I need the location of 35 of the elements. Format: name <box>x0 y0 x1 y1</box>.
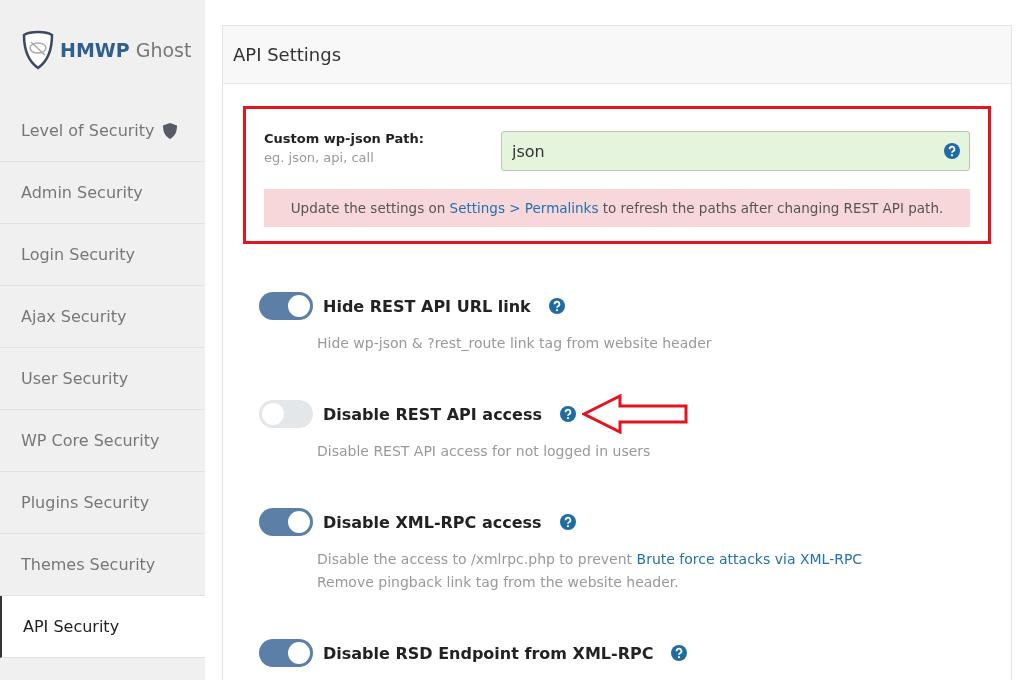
sidebar-item[interactable]: User Security <box>0 348 205 410</box>
option-description: Disable the access to /xmlrpc.php to prevent Brute force attacks via XML-RPC <box>317 550 863 569</box>
help-icon[interactable] <box>944 143 960 159</box>
logo-brand: HMWP <box>60 39 130 61</box>
option-description: Disable REST API access for not logged in users <box>317 442 651 461</box>
help-icon[interactable] <box>560 406 576 422</box>
panel-title: API Settings <box>223 26 1011 84</box>
toggle-switch[interactable] <box>259 508 313 536</box>
field-hint: eg. json, api, call <box>264 150 375 165</box>
help-icon[interactable] <box>559 514 576 530</box>
text-link[interactable]: Settings > Permalinks <box>449 200 599 216</box>
option-label: Disable REST API access <box>323 404 542 424</box>
option-description: Hide wp-json & ?rest_route link tag from website header <box>317 334 712 353</box>
sidebar-item[interactable]: Ajax Security <box>0 286 205 348</box>
sidebar-item[interactable]: WP Core Security <box>0 410 205 472</box>
notice-message: Update the settings on Settings > Permalinks to refresh the paths after changing REST API path. <box>264 189 970 227</box>
sidebar-item[interactable]: Login Security <box>0 224 205 286</box>
sidebar-item[interactable]: API Security <box>0 596 205 658</box>
shield-logo-icon <box>22 30 54 70</box>
sidebar-item[interactable]: Plugins Security <box>0 472 205 534</box>
option-description: Remove pingback link tag from the website header. <box>317 573 679 592</box>
sidebar-item[interactable]: Admin Security <box>0 162 205 224</box>
option-label: Disable RSD Endpoint from XML-RPC <box>323 643 654 663</box>
option-label: Hide REST API URL link <box>323 296 531 316</box>
logo-product: Ghost <box>135 39 192 61</box>
toggle-switch[interactable] <box>259 639 313 667</box>
sidebar-item[interactable]: Level of Security <box>0 100 205 162</box>
toggle-switch[interactable] <box>259 400 313 428</box>
field-label: Custom wp-json Path: <box>264 131 425 146</box>
path-input-field[interactable]: json <box>501 131 970 171</box>
help-icon[interactable] <box>671 645 688 661</box>
option-label: Disable XML-RPC access <box>323 512 542 532</box>
text-link[interactable]: Brute force attacks via XML-RPC <box>636 551 863 567</box>
toggle-switch[interactable] <box>259 292 313 320</box>
help-icon[interactable] <box>548 298 565 314</box>
